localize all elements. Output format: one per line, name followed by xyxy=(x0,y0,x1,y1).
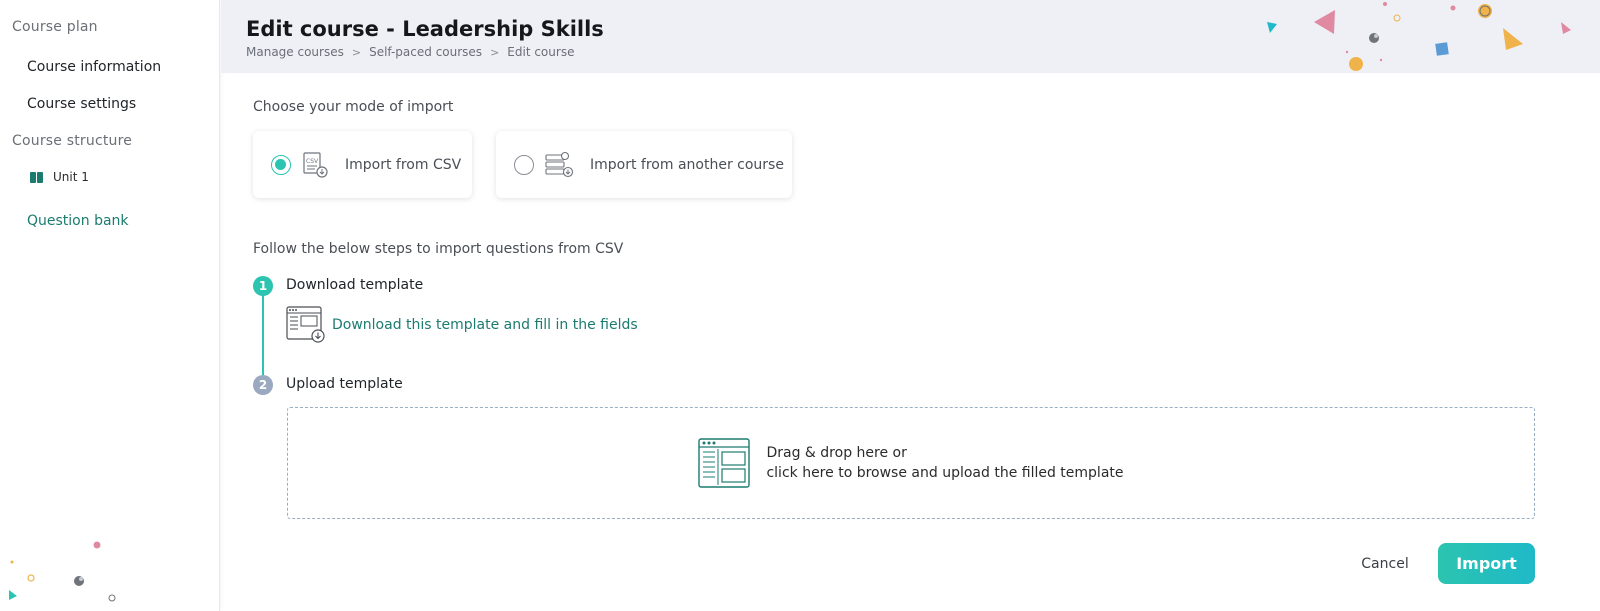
dropzone-line-1: Drag & drop here or xyxy=(766,445,907,461)
radio-button-selected[interactable] xyxy=(271,154,291,175)
breadcrumb-self-paced-courses[interactable]: Self-paced courses xyxy=(369,45,482,59)
svg-text:CSV: CSV xyxy=(306,158,319,165)
dropzone-line-2[interactable]: click here to browse and upload the fill… xyxy=(766,463,1123,483)
main-content: Choose your mode of import CSV Import fr… xyxy=(221,73,1600,611)
step-2-badge: 2 xyxy=(253,375,273,395)
course-structure-heading: Course structure xyxy=(12,133,133,149)
sidebar: Course plan Course information Course se… xyxy=(0,0,220,611)
import-from-another-course-label: Import from another course xyxy=(590,156,784,173)
page-title: Edit course - Leadership Skills xyxy=(246,17,604,41)
dropzone-text: Drag & drop here or click here to browse… xyxy=(766,443,1123,483)
download-template-link-text[interactable]: Download this template and fill in the f… xyxy=(332,317,638,333)
sidebar-item-question-bank[interactable]: Question bank xyxy=(27,213,129,229)
cancel-button[interactable]: Cancel xyxy=(1345,552,1425,576)
breadcrumb-separator: > xyxy=(490,45,500,59)
import-mode-label: Choose your mode of import xyxy=(253,99,454,115)
sidebar-item-course-settings[interactable]: Course settings xyxy=(27,96,136,112)
book-icon xyxy=(30,171,43,183)
sidebar-item-unit-1[interactable]: Unit 1 xyxy=(30,170,89,184)
import-from-another-course-option[interactable]: Import from another course xyxy=(496,131,792,198)
breadcrumb-edit-course: Edit course xyxy=(507,45,575,59)
import-from-csv-option[interactable]: CSV Import from CSV xyxy=(253,131,472,198)
breadcrumb-separator: > xyxy=(351,45,362,59)
download-template-link[interactable]: Download this template and fill in the f… xyxy=(286,305,638,345)
step-1-badge: 1 xyxy=(253,276,273,296)
breadcrumb: Manage courses > Self-paced courses > Ed… xyxy=(246,45,574,59)
csv-file-icon: CSV xyxy=(303,151,328,178)
import-button[interactable]: Import xyxy=(1438,543,1535,584)
import-from-csv-label: Import from CSV xyxy=(345,156,462,173)
step-connector xyxy=(262,296,264,375)
confetti-decoration-icon xyxy=(1267,2,1571,71)
radio-button-unselected[interactable] xyxy=(514,154,534,175)
course-plan-heading: Course plan xyxy=(12,19,98,35)
template-download-icon xyxy=(286,306,325,343)
steps-instructions: Follow the below steps to import questio… xyxy=(253,241,624,257)
sidebar-item-course-information[interactable]: Course information xyxy=(27,59,161,75)
page-header: Edit course - Leadership Skills Manage c… xyxy=(221,0,1600,73)
step-1-title: Download template xyxy=(286,277,424,293)
breadcrumb-manage-courses[interactable]: Manage courses xyxy=(246,45,344,59)
confetti-decoration-icon xyxy=(9,541,116,602)
step-2-title: Upload template xyxy=(286,376,403,392)
upload-dropzone[interactable]: Drag & drop here or click here to browse… xyxy=(287,407,1535,519)
upload-template-icon xyxy=(698,438,751,488)
unit-label: Unit 1 xyxy=(53,170,89,184)
course-stack-icon xyxy=(545,151,574,177)
